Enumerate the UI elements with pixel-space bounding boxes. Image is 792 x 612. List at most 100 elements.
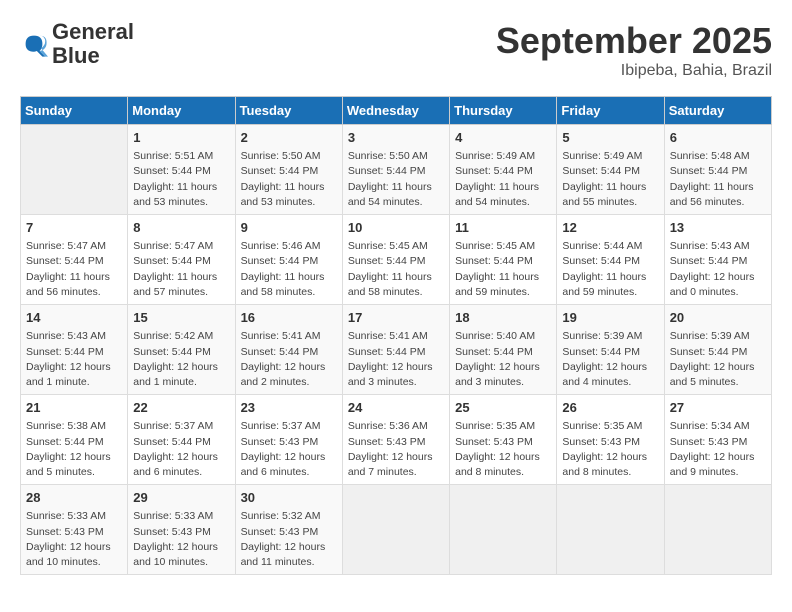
day-number: 25 bbox=[455, 399, 551, 417]
calendar-cell: 26 Sunrise: 5:35 AM Sunset: 5:43 PM Dayli… bbox=[557, 395, 664, 485]
day-info: Sunrise: 5:51 AM Sunset: 5:44 PM Dayligh… bbox=[133, 149, 229, 210]
calendar-cell bbox=[21, 125, 128, 215]
calendar-cell: 23 Sunrise: 5:37 AM Sunset: 5:43 PM Dayli… bbox=[235, 395, 342, 485]
day-number: 12 bbox=[562, 219, 658, 237]
calendar-cell: 2 Sunrise: 5:50 AM Sunset: 5:44 PM Daylig… bbox=[235, 125, 342, 215]
day-info: Sunrise: 5:43 AM Sunset: 5:44 PM Dayligh… bbox=[26, 329, 122, 390]
calendar-cell: 4 Sunrise: 5:49 AM Sunset: 5:44 PM Daylig… bbox=[450, 125, 557, 215]
calendar-cell: 28Sunrise: 5:33 AM Sunset: 5:43 PM Dayli… bbox=[21, 485, 128, 575]
day-number: 10 bbox=[348, 219, 444, 237]
day-info: Sunrise: 5:39 AM Sunset: 5:44 PM Dayligh… bbox=[562, 329, 658, 390]
calendar-cell: 18Sunrise: 5:40 AM Sunset: 5:44 PM Dayli… bbox=[450, 305, 557, 395]
day-number: 30 bbox=[241, 489, 337, 507]
day-info: Sunrise: 5:37 AM Sunset: 5:43 PM Dayligh… bbox=[241, 419, 337, 480]
calendar-cell: 1 Sunrise: 5:51 AM Sunset: 5:44 PM Daylig… bbox=[128, 125, 235, 215]
calendar-cell: 27 Sunrise: 5:34 AM Sunset: 5:43 PM Dayli… bbox=[664, 395, 771, 485]
day-info: Sunrise: 5:50 AM Sunset: 5:44 PM Dayligh… bbox=[348, 149, 444, 210]
day-number: 19 bbox=[562, 309, 658, 327]
calendar-cell: 5 Sunrise: 5:49 AM Sunset: 5:44 PM Daylig… bbox=[557, 125, 664, 215]
day-number: 24 bbox=[348, 399, 444, 417]
month-title: September 2025 bbox=[496, 20, 772, 62]
calendar-cell: 24 Sunrise: 5:36 AM Sunset: 5:43 PM Dayli… bbox=[342, 395, 449, 485]
calendar-cell: 29 Sunrise: 5:33 AM Sunset: 5:43 PM Dayli… bbox=[128, 485, 235, 575]
day-info: Sunrise: 5:33 AM Sunset: 5:43 PM Dayligh… bbox=[133, 509, 229, 570]
weekday-header-sunday: Sunday bbox=[21, 97, 128, 125]
day-number: 28 bbox=[26, 489, 122, 507]
calendar-cell: 30 Sunrise: 5:32 AM Sunset: 5:43 PM Dayli… bbox=[235, 485, 342, 575]
day-number: 3 bbox=[348, 129, 444, 147]
calendar-week-5: 28 Sunrise: 5:33 AM Sunset: 5:43 PM Dayli… bbox=[21, 485, 772, 575]
weekday-header-saturday: Saturday bbox=[664, 97, 771, 125]
calendar-cell bbox=[557, 485, 664, 575]
calendar-table: SundayMondayTuesdayWednesdayThursdayFrid… bbox=[20, 96, 772, 575]
calendar-cell: 19 Sunrise: 5:39 AM Sunset: 5:44 PM Dayli… bbox=[557, 305, 664, 395]
calendar-cell: 7Sunrise: 5:47 AM Sunset: 5:44 PM Daylig… bbox=[21, 215, 128, 305]
day-number: 11 bbox=[455, 219, 551, 237]
day-info: Sunrise: 5:35 AM Sunset: 5:43 PM Dayligh… bbox=[455, 419, 551, 480]
calendar-cell: 15 Sunrise: 5:42 AM Sunset: 5:44 PM Dayli… bbox=[128, 305, 235, 395]
day-number: 14 bbox=[26, 309, 122, 327]
day-info: Sunrise: 5:48 AM Sunset: 5:44 PM Dayligh… bbox=[670, 149, 766, 210]
day-number: 4 bbox=[455, 129, 551, 147]
page-header: General Blue September 2025 Ibipeba, Bah… bbox=[20, 20, 772, 80]
calendar-cell bbox=[450, 485, 557, 575]
day-info: Sunrise: 5:35 AM Sunset: 5:43 PM Dayligh… bbox=[562, 419, 658, 480]
day-info: Sunrise: 5:42 AM Sunset: 5:44 PM Dayligh… bbox=[133, 329, 229, 390]
weekday-header-wednesday: Wednesday bbox=[342, 97, 449, 125]
calendar-cell: 17Sunrise: 5:41 AM Sunset: 5:44 PM Dayli… bbox=[342, 305, 449, 395]
location: Ibipeba, Bahia, Brazil bbox=[496, 62, 772, 80]
calendar-cell: 14 Sunrise: 5:43 AM Sunset: 5:44 PM Dayli… bbox=[21, 305, 128, 395]
calendar-cell: 22Sunrise: 5:37 AM Sunset: 5:44 PM Dayli… bbox=[128, 395, 235, 485]
day-number: 13 bbox=[670, 219, 766, 237]
calendar-cell: 8Sunrise: 5:47 AM Sunset: 5:44 PM Daylig… bbox=[128, 215, 235, 305]
day-number: 26 bbox=[562, 399, 658, 417]
day-number: 18 bbox=[455, 309, 551, 327]
calendar-cell: 3 Sunrise: 5:50 AM Sunset: 5:44 PM Daylig… bbox=[342, 125, 449, 215]
day-number: 9 bbox=[241, 219, 337, 237]
calendar-cell: 21 Sunrise: 5:38 AM Sunset: 5:44 PM Dayli… bbox=[21, 395, 128, 485]
calendar-week-2: 7 Sunrise: 5:47 AM Sunset: 5:44 PM Daylig… bbox=[21, 215, 772, 305]
day-number: 16 bbox=[241, 309, 337, 327]
day-number: 7 bbox=[26, 219, 122, 237]
calendar-header-row: SundayMondayTuesdayWednesdayThursdayFrid… bbox=[21, 97, 772, 125]
calendar-cell: 9Sunrise: 5:46 AM Sunset: 5:44 PM Daylig… bbox=[235, 215, 342, 305]
day-number: 15 bbox=[133, 309, 229, 327]
day-info: Sunrise: 5:49 AM Sunset: 5:44 PM Dayligh… bbox=[562, 149, 658, 210]
day-number: 29 bbox=[133, 489, 229, 507]
day-number: 1 bbox=[133, 129, 229, 147]
day-info: Sunrise: 5:38 AM Sunset: 5:44 PM Dayligh… bbox=[26, 419, 122, 480]
weekday-header-friday: Friday bbox=[557, 97, 664, 125]
day-info: Sunrise: 5:44 AM Sunset: 5:44 PM Dayligh… bbox=[562, 239, 658, 300]
day-info: Sunrise: 5:37 AM Sunset: 5:44 PM Dayligh… bbox=[133, 419, 229, 480]
day-number: 17 bbox=[348, 309, 444, 327]
logo-text: General Blue bbox=[52, 20, 134, 68]
day-info: Sunrise: 5:41 AM Sunset: 5:44 PM Dayligh… bbox=[241, 329, 337, 390]
calendar-cell: 20 Sunrise: 5:39 AM Sunset: 5:44 PM Dayli… bbox=[664, 305, 771, 395]
calendar-cell bbox=[664, 485, 771, 575]
day-info: Sunrise: 5:47 AM Sunset: 5:44 PM Dayligh… bbox=[133, 239, 229, 300]
day-info: Sunrise: 5:36 AM Sunset: 5:43 PM Dayligh… bbox=[348, 419, 444, 480]
day-info: Sunrise: 5:39 AM Sunset: 5:44 PM Dayligh… bbox=[670, 329, 766, 390]
title-area: September 2025 Ibipeba, Bahia, Brazil bbox=[496, 20, 772, 80]
weekday-header-tuesday: Tuesday bbox=[235, 97, 342, 125]
calendar-cell: 6Sunrise: 5:48 AM Sunset: 5:44 PM Daylig… bbox=[664, 125, 771, 215]
day-info: Sunrise: 5:32 AM Sunset: 5:43 PM Dayligh… bbox=[241, 509, 337, 570]
day-info: Sunrise: 5:50 AM Sunset: 5:44 PM Dayligh… bbox=[241, 149, 337, 210]
day-number: 27 bbox=[670, 399, 766, 417]
day-number: 21 bbox=[26, 399, 122, 417]
calendar-cell: 11 Sunrise: 5:45 AM Sunset: 5:44 PM Dayli… bbox=[450, 215, 557, 305]
calendar-cell: 16 Sunrise: 5:41 AM Sunset: 5:44 PM Dayli… bbox=[235, 305, 342, 395]
day-info: Sunrise: 5:49 AM Sunset: 5:44 PM Dayligh… bbox=[455, 149, 551, 210]
day-info: Sunrise: 5:45 AM Sunset: 5:44 PM Dayligh… bbox=[348, 239, 444, 300]
calendar-cell: 12 Sunrise: 5:44 AM Sunset: 5:44 PM Dayli… bbox=[557, 215, 664, 305]
day-number: 23 bbox=[241, 399, 337, 417]
calendar-cell: 13Sunrise: 5:43 AM Sunset: 5:44 PM Dayli… bbox=[664, 215, 771, 305]
day-number: 20 bbox=[670, 309, 766, 327]
weekday-header-monday: Monday bbox=[128, 97, 235, 125]
day-info: Sunrise: 5:34 AM Sunset: 5:43 PM Dayligh… bbox=[670, 419, 766, 480]
calendar-week-1: 1 Sunrise: 5:51 AM Sunset: 5:44 PM Daylig… bbox=[21, 125, 772, 215]
day-number: 5 bbox=[562, 129, 658, 147]
day-info: Sunrise: 5:45 AM Sunset: 5:44 PM Dayligh… bbox=[455, 239, 551, 300]
calendar-week-4: 21 Sunrise: 5:38 AM Sunset: 5:44 PM Dayli… bbox=[21, 395, 772, 485]
day-number: 2 bbox=[241, 129, 337, 147]
